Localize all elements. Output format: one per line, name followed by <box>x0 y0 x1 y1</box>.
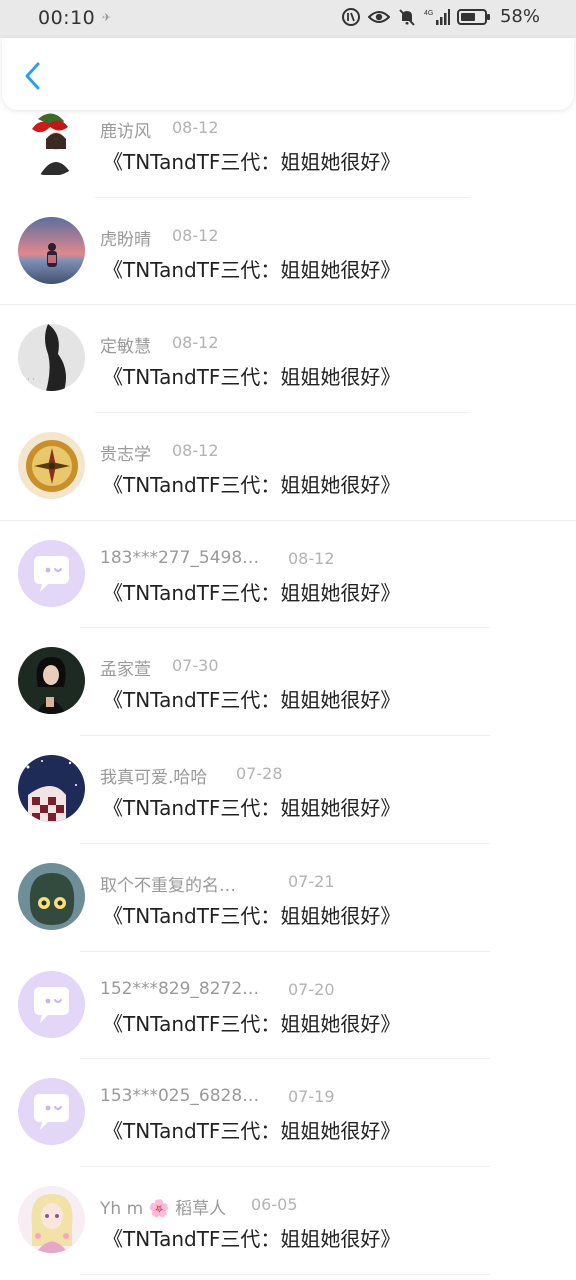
chat-bubble-icon <box>18 970 85 1038</box>
message-date: 08-12 <box>172 441 219 461</box>
message-date: 08-12 <box>172 333 219 353</box>
sender-name: 鹿访风 <box>100 122 151 142</box>
status-bar: 00:10 ✈ 4G 58% <box>0 0 576 38</box>
message-text: 《TNTandTF三代：姐姐她很好》 <box>103 796 401 821</box>
avatar[interactable] <box>18 1185 85 1253</box>
chat-bubble-icon <box>18 1078 85 1146</box>
avatar[interactable] <box>18 1078 85 1146</box>
message-list[interactable]: 鹿访风 08-12 《TNTandTF三代：姐姐她很好》 虎盼晴 08-12 《… <box>0 90 576 1275</box>
message-date: 07-20 <box>288 979 335 999</box>
message-text: 《TNTandTF三代：姐姐她很好》 <box>103 473 401 498</box>
message-date: 07-19 <box>288 1087 335 1107</box>
signal-icon: 4G <box>424 8 450 25</box>
list-item[interactable]: 152***829_8272… 07-20 《TNTandTF三代：姐姐她很好》 <box>0 952 576 1060</box>
sender-name: Yh m 🌸 稻草人 <box>100 1198 227 1219</box>
message-date: 07-30 <box>172 656 219 676</box>
avatar[interactable] <box>18 432 85 500</box>
message-text: 《TNTandTF三代：姐姐她很好》 <box>103 150 401 174</box>
sender-name: 153***025_6828… <box>100 1086 260 1107</box>
divider <box>80 1273 490 1275</box>
message-date: 08-12 <box>172 225 219 245</box>
data-saver-icon <box>341 7 360 26</box>
sender-name: 取个不重复的名… <box>100 875 236 896</box>
avatar[interactable] <box>18 862 85 930</box>
status-time: 00:10 <box>38 7 96 29</box>
message-date: 06-05 <box>251 1194 298 1214</box>
message-date: 08-12 <box>288 548 335 568</box>
list-item[interactable]: · · · 定敏慧 08-12 《TNTandTF三代：姐姐她很好》 <box>0 305 576 414</box>
battery-icon <box>456 8 490 25</box>
message-text: 《TNTandTF三代：姐姐她很好》 <box>103 1119 401 1144</box>
avatar[interactable] <box>18 755 85 823</box>
message-date: 07-28 <box>236 764 283 784</box>
list-item[interactable]: 我真可爱.哈哈 07-28 《TNTandTF三代：姐姐她很好》 <box>0 736 576 844</box>
eye-icon <box>367 10 390 23</box>
message-text: 《TNTandTF三代：姐姐她很好》 <box>103 903 401 928</box>
message-date: 08-12 <box>172 118 219 137</box>
sender-name: 152***829_8272… <box>100 978 260 999</box>
avatar[interactable] <box>18 539 85 607</box>
message-text: 《TNTandTF三代：姐姐她很好》 <box>103 1226 401 1251</box>
message-date: 07-21 <box>288 871 335 891</box>
status-small-indicator: ✈ <box>102 11 112 24</box>
svg-text:· · ·: · · · <box>22 375 35 384</box>
battery-percentage: 58% <box>499 6 540 27</box>
back-button[interactable] <box>18 60 48 92</box>
avatar[interactable]: · · · <box>18 324 85 392</box>
list-item[interactable]: 153***025_6828… 07-19 《TNTandTF三代：姐姐她很好》 <box>0 1059 576 1167</box>
sender-name: 贵志学 <box>100 445 151 466</box>
avatar[interactable] <box>18 216 85 284</box>
sender-name: 我真可爱.哈哈 <box>100 768 208 789</box>
chat-bubble-icon <box>18 539 85 607</box>
message-text: 《TNTandTF三代：姐姐她很好》 <box>103 365 401 390</box>
list-item[interactable]: 虎盼晴 08-12 《TNTandTF三代：姐姐她很好》 <box>0 198 576 306</box>
avatar[interactable] <box>18 647 85 715</box>
top-bar <box>2 38 574 110</box>
avatar[interactable] <box>18 970 85 1038</box>
list-item[interactable]: 取个不重复的名… 07-21 《TNTandTF三代：姐姐她很好》 <box>0 844 576 952</box>
sender-name: 183***277_5498… <box>100 547 260 568</box>
mute-bell-icon <box>399 8 415 26</box>
message-text: 《TNTandTF三代：姐姐她很好》 <box>103 688 401 713</box>
list-item[interactable]: 183***277_5498… 08-12 《TNTandTF三代：姐姐她很好》 <box>0 521 576 629</box>
avatar[interactable] <box>18 109 85 176</box>
message-text: 《TNTandTF三代：姐姐她很好》 <box>103 1011 401 1036</box>
chevron-left-icon <box>25 62 40 90</box>
sender-name: 虎盼晴 <box>100 229 151 250</box>
list-item[interactable]: 贵志学 08-12 《TNTandTF三代：姐姐她很好》 <box>0 413 576 521</box>
sender-name: 定敏慧 <box>100 337 151 358</box>
sender-name: 孟家萱 <box>100 660 151 681</box>
message-text: 《TNTandTF三代：姐姐她很好》 <box>103 580 401 605</box>
list-item[interactable]: Yh m 🌸 稻草人 06-05 《TNTandTF三代：姐姐她很好》 <box>0 1167 576 1275</box>
message-text: 《TNTandTF三代：姐姐她很好》 <box>103 257 401 282</box>
status-icons: 4G 58% <box>341 6 540 27</box>
network-label: 4G <box>424 10 433 17</box>
list-item[interactable]: 孟家萱 07-30 《TNTandTF三代：姐姐她很好》 <box>0 628 576 737</box>
